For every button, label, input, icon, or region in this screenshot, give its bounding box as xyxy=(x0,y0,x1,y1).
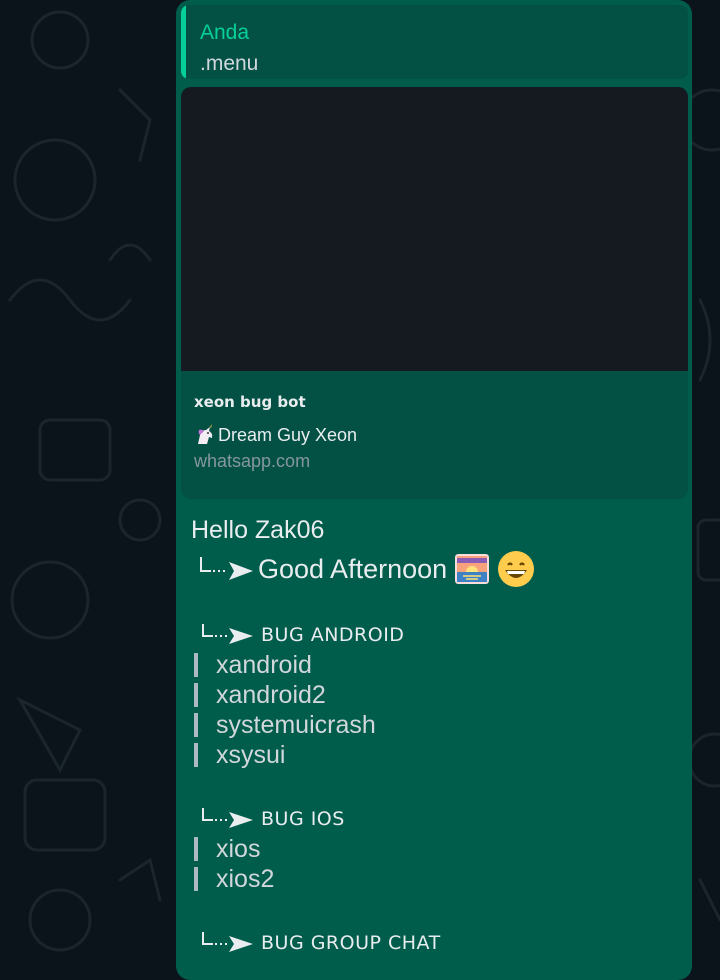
link-preview-description: Dream Guy Xeon xyxy=(218,424,358,445)
section-title: BUG GROUP CHAT xyxy=(261,932,441,954)
quoted-message[interactable]: Anda .menu xyxy=(181,5,688,79)
quote-text: .menu xyxy=(200,52,259,75)
sunset-icon xyxy=(455,554,490,584)
greeting-text: Hello Zak06 xyxy=(191,516,325,544)
grinning-face-icon xyxy=(498,551,535,587)
quote-author: Anda xyxy=(200,21,250,44)
link-preview-thumbnail[interactable] xyxy=(181,87,688,371)
section-bug-group-chat: BUG GROUP CHAT xyxy=(191,930,441,956)
time-greeting-line: Good Afternoon xyxy=(191,550,535,588)
corner-arrow-icon xyxy=(200,557,253,580)
corner-arrow-icon xyxy=(202,808,253,828)
time-greeting-text: Good Afternoon xyxy=(258,553,448,584)
list-item: systemuicrash xyxy=(191,710,404,740)
link-preview-description-row: Dream Guy Xeon xyxy=(194,424,357,446)
list-item: xandroid xyxy=(191,650,404,680)
link-preview-title: xeon bug bot xyxy=(194,393,306,411)
list-item: xios2 xyxy=(191,864,345,894)
section-header: BUG GROUP CHAT xyxy=(191,930,441,956)
section-bug-android: BUG ANDROID xandroid xandroid2 systemuic… xyxy=(191,622,404,770)
section-header: BUG IOS xyxy=(191,806,345,832)
message-bubble[interactable]: Anda .menu xeon bug bot Dream Guy Xeon w… xyxy=(176,0,692,980)
list-item: xios xyxy=(191,834,345,864)
section-title: BUG IOS xyxy=(261,808,345,830)
corner-arrow-icon xyxy=(202,932,253,952)
section-bug-ios: BUG IOS xios xios2 xyxy=(191,806,345,894)
quote-accent-bar xyxy=(181,5,186,79)
list-item: xandroid2 xyxy=(191,680,404,710)
section-title: BUG ANDROID xyxy=(261,624,405,646)
section-header: BUG ANDROID xyxy=(191,622,404,648)
link-preview-card[interactable]: xeon bug bot Dream Guy Xeon whatsapp.com xyxy=(181,87,688,499)
link-preview-domain: whatsapp.com xyxy=(194,451,311,471)
list-item: xsysui xyxy=(191,740,404,770)
corner-arrow-icon xyxy=(202,624,253,644)
unicorn-icon xyxy=(198,424,213,444)
